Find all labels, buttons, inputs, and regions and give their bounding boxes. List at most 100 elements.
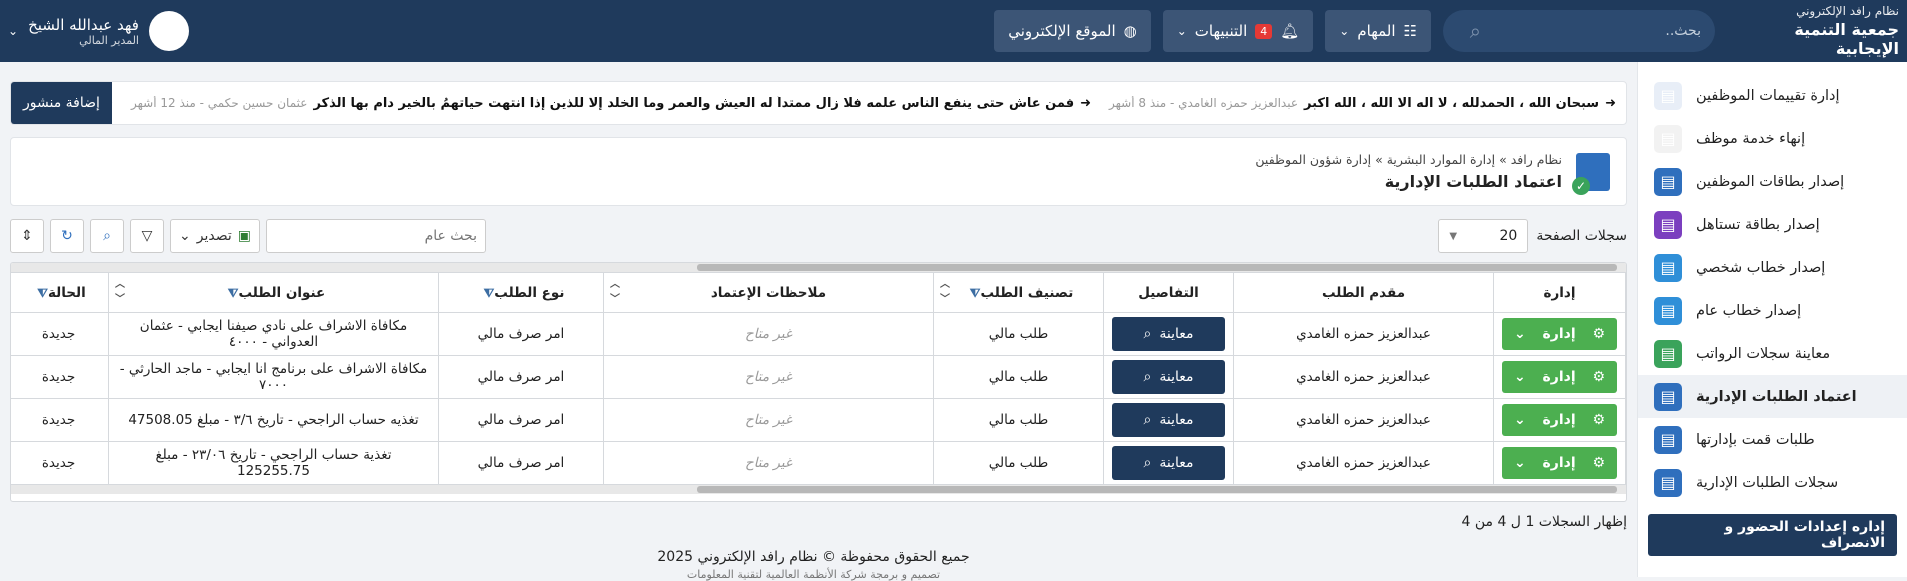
tasks-button[interactable]: ☷ المهام ⌄ [1325,10,1431,52]
ticker-meta: عبدالعزيز حمزه الغامدي - منذ 8 أشهر [1109,96,1299,110]
resize-icon: ⇕ [21,228,33,244]
sidebar-item[interactable]: إصدار خطاب شخصي ▤ [1638,246,1907,289]
gear-icon: ⚙ [1592,412,1605,428]
column-header-label: تصنيف الطلب [980,284,1074,301]
sidebar-item[interactable]: اعتماد الطلبات الإدارية ▤ [1638,375,1907,418]
gear-icon: ⚙ [1592,369,1605,385]
table-row: ⚙ إدارة ⌄ عبدالعزيز حمزه الغامدي معاينة ⌕ طلب … [11,355,1626,399]
chevron-down-icon: ⌄ [1339,24,1350,38]
column-header-label: التفاصيل [1138,284,1199,301]
page-title: اعتماد الطلبات الإدارية [1384,172,1562,191]
sidebar-item[interactable]: معاينة سجلات الرواتب ▤ [1638,332,1907,375]
add-post-button[interactable]: إضافة منشور [11,82,112,124]
gear-icon: ⚙ [1592,455,1605,471]
search-icon: ⌕ [1469,19,1481,43]
website-button[interactable]: ◍ الموقع الإلكتروني [994,10,1151,52]
sidebar-item[interactable]: إدارة تقييمات الموظفين ▤ [1638,74,1907,117]
chevron-down-icon: ⌄ [179,228,191,244]
gear-icon: ⚙ [1592,326,1605,342]
column-header-label: نوع الطلب [494,284,565,301]
column-header[interactable]: نوع الطلب⧩ [438,272,604,313]
filter-button[interactable]: ▽ [130,219,164,253]
manage-button[interactable]: ⚙ إدارة ⌄ [1502,361,1617,393]
column-header[interactable]: التفاصيل [1103,272,1234,313]
export-label: تصدير [196,228,232,244]
column-toggle-button[interactable]: ⇕ [10,219,44,253]
applicant-cell: عبدالعزيز حمزه الغامدي [1233,398,1494,442]
title-cell: مكافاة الاشراف على برنامج انا ايجابي - م… [108,355,439,399]
column-header[interactable]: إدارة [1493,272,1626,313]
column-header[interactable]: مقدم الطلب [1233,272,1494,313]
refresh-button[interactable]: ↻ [50,219,84,253]
rows-per-page-value: 20 [1499,228,1518,244]
table-controls: سجلات الصفحة 20 ▼ ▣ تصدير ⌄ ▽ ⌕ ↻ ⇕ [10,219,1627,253]
manage-button[interactable]: ⚙ إدارة ⌄ [1502,318,1617,350]
chart-icon: ▤ [1654,81,1682,110]
arrow-left-circle-icon: ➜ [1605,95,1616,111]
rows-per-page-select[interactable]: 20 ▼ [1438,219,1529,253]
sidebar-item[interactable]: إصدار بطاقة تستاهل ▤ [1638,203,1907,246]
filter-icon[interactable]: ⧩ [37,286,48,300]
filter-icon[interactable]: ⧩ [228,286,239,300]
table-search-input[interactable] [265,219,486,253]
applicant-cell: عبدالعزيز حمزه الغامدي [1233,441,1494,485]
sidebar: إدارة تقييمات الموظفين ▤ إنهاء خدمة موظف ▤ إ… [1637,62,1907,577]
tasks-label: المهام [1357,22,1396,40]
horizontal-scrollbar[interactable] [11,263,1626,272]
sidebar-item[interactable]: سجلات الطلبات الإدارية ▤ [1638,461,1907,504]
footer-credit: تصميم و برمجة شركة الأنظمة العالمية لتقن… [686,568,941,581]
global-search[interactable]: ⌕ [1443,10,1715,52]
payroll-icon: ▤ [1654,339,1682,368]
sidebar-item-label: طلبات قمت بإدارتها [1696,431,1815,448]
news-ticker: ➜ سبحان الله ، الحمدلله ، لا اله الا الله… [10,81,1627,125]
sidebar-item[interactable]: إصدار خطاب عام ▤ [1638,289,1907,332]
title-cell: تغذية حساب الراجحي - تاريخ ٢٣/٠٦ - مبلغ … [108,441,439,485]
column-header[interactable]: ︿ ﹀ عنوان الطلب⧩ [108,272,439,313]
website-label: الموقع الإلكتروني [1008,22,1116,40]
column-header[interactable]: ︿ ﹀ تصنيف الطلب⧩ [933,272,1104,313]
manage-button[interactable]: ⚙ إدارة ⌄ [1502,404,1617,436]
view-button[interactable]: معاينة ⌕ [1112,360,1225,394]
excel-icon: ▣ [237,228,251,244]
chevron-down-icon: ⌄ [1514,369,1526,385]
view-button[interactable]: معاينة ⌕ [1112,317,1225,351]
sidebar-item[interactable]: طلبات قمت بإدارتها ▤ [1638,418,1907,461]
column-header[interactable]: ︿ ﹀ ملاحظات الإعتماد [603,272,934,313]
sidebar-item[interactable]: إنهاء خدمة موظف ▤ [1638,117,1907,160]
sidebar-item-label: إدارة تقييمات الموظفين [1696,87,1840,104]
view-label: معاينة [1159,412,1194,428]
filter-icon[interactable]: ⧩ [484,286,495,300]
sort-icon[interactable]: ︿ ﹀ [940,277,950,307]
sidebar-section-attendance[interactable]: إداره إعدادات الحضور و الانصراف [1648,514,1897,556]
notifications-button[interactable]: 🔔︎ 4 التنبيهات ⌄ [1162,10,1314,52]
category-cell: طلب مالي [933,441,1104,485]
view-button[interactable]: معاينة ⌕ [1112,446,1225,480]
search-input[interactable] [1481,23,1701,39]
view-button[interactable]: معاينة ⌕ [1112,403,1225,437]
type-cell: امر صرف مالي [438,312,604,356]
sidebar-item-label: إصدار بطاقات الموظفين [1696,173,1845,190]
view-label: معاينة [1159,455,1194,471]
horizontal-scrollbar[interactable] [11,485,1626,494]
column-header[interactable]: الحالة⧩ [11,272,109,313]
notes-cell: غير متاح [603,441,934,485]
sort-icon[interactable]: ︿ ﹀ [115,277,125,307]
ticker-item: ➜نرحب [112,96,113,111]
column-header-label: إدارة [1543,284,1576,301]
filter-icon[interactable]: ⧩ [970,286,981,300]
manage-button[interactable]: ⚙ إدارة ⌄ [1502,447,1617,479]
ticker-track: ➜ سبحان الله ، الحمدلله ، لا اله الا الله… [112,96,1626,111]
page-header: نظام رافد » إدارة الموارد البشرية » إدار… [10,137,1627,206]
doc-search-icon: ▤ [1654,468,1682,497]
sort-icon[interactable]: ︿ ﹀ [610,277,620,307]
sidebar-item-label: سجلات الطلبات الإدارية [1696,474,1839,491]
sidebar-item[interactable]: إصدار بطاقات الموظفين ▤ [1638,160,1907,203]
export-button[interactable]: ▣ تصدير ⌄ [170,219,260,253]
chevron-down-icon: ⌄ [1514,326,1526,342]
search-button[interactable]: ⌕ [90,219,124,253]
globe-icon: ◍ [1123,22,1137,40]
sidebar-item-label: إصدار بطاقة تستاهل [1696,216,1820,233]
user-menu[interactable]: فهد عبدالله الشيخ المدير المالي ⌄ [8,11,189,51]
column-header-label: ملاحظات الإعتماد [710,284,827,301]
breadcrumb: نظام رافد » إدارة الموارد البشرية » إدار… [1255,152,1562,167]
